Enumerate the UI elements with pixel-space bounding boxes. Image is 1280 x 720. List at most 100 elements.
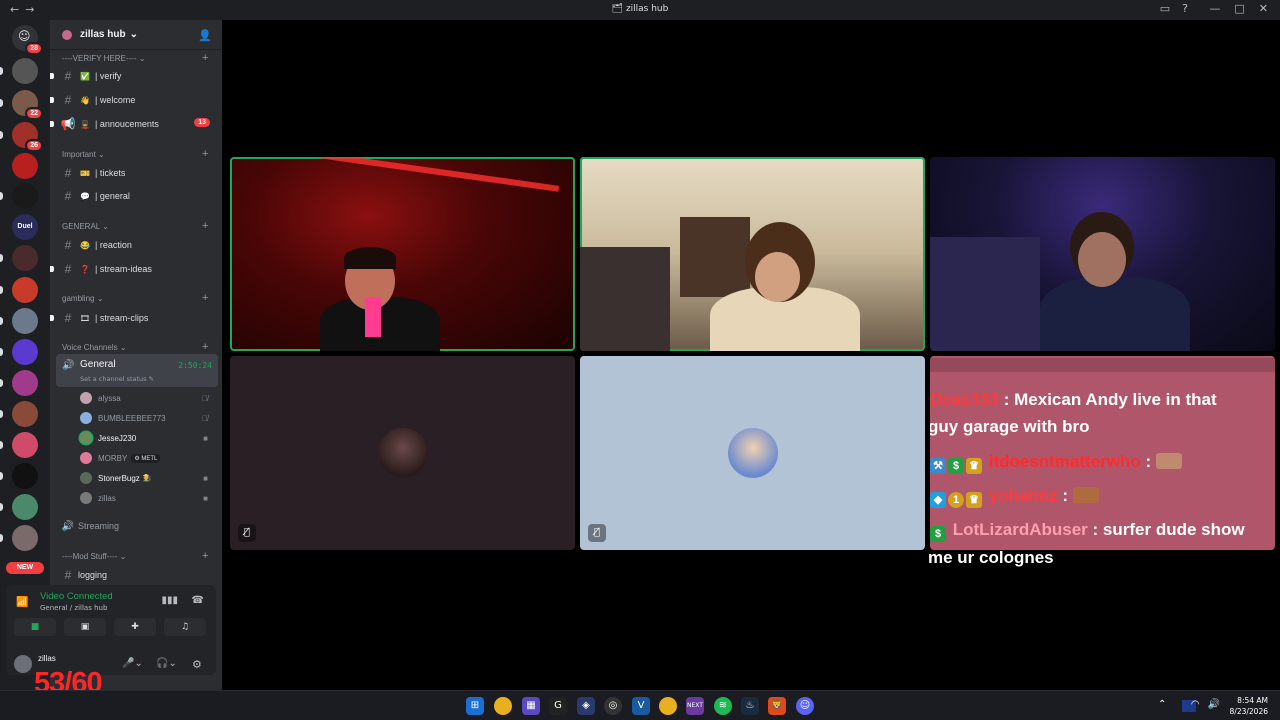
plus-icon[interactable]: + (202, 52, 208, 64)
server-icon[interactable] (0, 308, 38, 334)
server-icon[interactable] (0, 58, 38, 84)
voice-member[interactable]: BUMBLEEBEE773 🎙̸ (80, 409, 212, 427)
emote-icon (1155, 453, 1182, 469)
category-verify[interactable]: ----VERIFY HERE---- ⌄ + (62, 52, 208, 64)
minimize-icon[interactable]: — (1209, 2, 1220, 15)
server-icon[interactable] (0, 401, 38, 427)
badge-1-icon: 1 (948, 492, 964, 508)
server-icon[interactable] (12, 153, 38, 179)
server-icon[interactable] (0, 183, 38, 209)
channel-reaction[interactable]: # 😂 | reaction (56, 235, 216, 255)
headphones-icon[interactable]: 🎧⌄ (156, 658, 177, 669)
soundboard-button[interactable]: ♫ (164, 618, 206, 636)
server-header[interactable]: zillas hub ⌄ 👤 (50, 20, 222, 50)
category-gambling[interactable]: gambling ⌄ + (62, 292, 208, 304)
obs-icon[interactable]: ◎ (604, 697, 622, 715)
brave-icon[interactable]: 🦁 (768, 697, 786, 715)
plus-icon[interactable]: + (202, 550, 208, 562)
server-icon[interactable] (0, 245, 38, 271)
channel-general[interactable]: # 💬 | general (56, 186, 216, 206)
channel-status-prompt[interactable]: Set a channel status ✎ (80, 375, 154, 383)
username[interactable]: zillas (38, 654, 56, 663)
voice-member[interactable]: zillas ■ (80, 489, 212, 507)
server-icon[interactable] (0, 370, 38, 396)
server-icon[interactable] (0, 494, 38, 520)
chevron-up-icon[interactable]: ⌃ (1158, 699, 1166, 710)
voice-member[interactable]: alyssa 🎙̸ (80, 389, 212, 407)
emoji-icon: 🧑‍🌾 (142, 475, 152, 482)
chrome-icon[interactable] (659, 697, 677, 715)
disconnect-icon[interactable]: ☎ (192, 595, 204, 606)
plus-icon[interactable]: + (202, 220, 208, 232)
plus-icon[interactable]: + (202, 341, 208, 353)
voice-member[interactable]: StonerBugz 🧑‍🌾 ■ (80, 469, 212, 487)
settings-gear-icon[interactable]: ⚙ (192, 658, 202, 671)
connection-status[interactable]: Video Connected (40, 591, 113, 602)
voice-member[interactable]: JesseJ230 ■ (80, 429, 212, 447)
close-icon[interactable]: ✕ (1259, 2, 1268, 15)
avatar[interactable] (14, 655, 32, 673)
server-icon[interactable] (0, 525, 38, 551)
discord-icon[interactable]: ☺ (796, 697, 814, 715)
invite-icon[interactable]: 👤 (198, 29, 212, 42)
person-head (755, 252, 800, 302)
audio-tile[interactable]: 🎙̸ (230, 356, 575, 550)
home-button[interactable]: ☺ 28 (12, 25, 43, 55)
noise-suppression-icon[interactable]: ▮▮▮ (161, 595, 178, 606)
maximize-icon[interactable]: □ (1234, 2, 1244, 15)
video-tile[interactable] (230, 157, 575, 351)
app-icon[interactable]: G (549, 697, 567, 715)
new-badge[interactable]: NEW (6, 562, 44, 574)
avatar (80, 432, 92, 444)
voice-channel-general[interactable]: 🔊 General 2:50:24 Set a channel status ✎ (56, 354, 218, 387)
server-icon[interactable] (0, 432, 38, 458)
voice-member[interactable]: MORBY ⚙ METL (80, 449, 212, 467)
wifi-icon[interactable]: ◠ (1191, 699, 1200, 710)
audio-tile[interactable]: 🎙̸ (580, 356, 925, 550)
next-app-icon[interactable]: NEXT (686, 697, 704, 715)
chrome-icon[interactable] (494, 697, 512, 715)
plus-icon[interactable]: + (202, 148, 208, 160)
category-voice[interactable]: Voice Channels ⌄ + (62, 341, 208, 353)
channel-logging[interactable]: # logging (56, 565, 216, 585)
video-tile[interactable] (930, 157, 1275, 351)
category-mod-stuff[interactable]: ----Mod Stuff---- ⌄ + (62, 550, 208, 562)
channel-annoucements[interactable]: 📢 💂 | annoucements 13 (50, 114, 216, 134)
category-important[interactable]: Important ⌄ + (62, 148, 208, 160)
camera-button[interactable]: ■ (14, 618, 56, 636)
server-icon[interactable]: 26 (0, 122, 43, 152)
video-tile[interactable] (580, 157, 925, 351)
server-icon[interactable] (0, 463, 38, 489)
inbox-icon[interactable]: ▭ (1160, 2, 1170, 15)
plus-icon[interactable]: + (202, 292, 208, 304)
server-icon[interactable] (0, 339, 38, 365)
voice-channel-streaming[interactable]: 🔊 Streaming (56, 516, 216, 536)
channel-stream-ideas[interactable]: # ❓ | stream-ideas (50, 259, 216, 279)
channel-tickets[interactable]: # 🎫 | tickets (56, 163, 216, 183)
server-icon-duel[interactable]: Duel (12, 214, 38, 240)
help-icon[interactable]: ? (1182, 2, 1188, 15)
channel-verify[interactable]: # ✅ | verify (50, 66, 216, 86)
activities-button[interactable]: ✚ (114, 618, 156, 636)
channel-stream-clips[interactable]: # 🎞 | stream-clips (50, 308, 216, 328)
activities-icon: ✚ (131, 622, 139, 632)
app-icon[interactable]: V (632, 697, 650, 715)
app-icon[interactable]: ◈ (577, 697, 595, 715)
server-badge: 26 (25, 139, 43, 152)
microphone-icon[interactable]: 🎤⌄ (122, 658, 143, 669)
stream-chat-tile[interactable]: Dcas333 : Mexican Andy live in that guy … (930, 356, 1275, 550)
chat-divider (930, 358, 1275, 372)
spotify-icon[interactable]: ≋ (714, 697, 732, 715)
screen-share-button[interactable]: ▣ (64, 618, 106, 636)
volume-icon[interactable]: 🔊 (1208, 699, 1220, 710)
steam-icon[interactable]: ♨ (741, 697, 759, 715)
server-icon[interactable]: 22 (0, 90, 43, 120)
start-icon[interactable]: ⊞ (466, 697, 484, 715)
clock[interactable]: 8:54 AM 8/23/2026 (1230, 695, 1268, 717)
category-general[interactable]: GENERAL ⌄ + (62, 220, 208, 232)
pencil-icon: ✎ (148, 375, 155, 383)
app-grid-icon[interactable]: ▦ (522, 697, 540, 715)
server-icon[interactable] (0, 277, 38, 303)
clan-tag: ⚙ METL (131, 453, 161, 463)
channel-welcome[interactable]: # 👋 | welcome (50, 90, 216, 110)
